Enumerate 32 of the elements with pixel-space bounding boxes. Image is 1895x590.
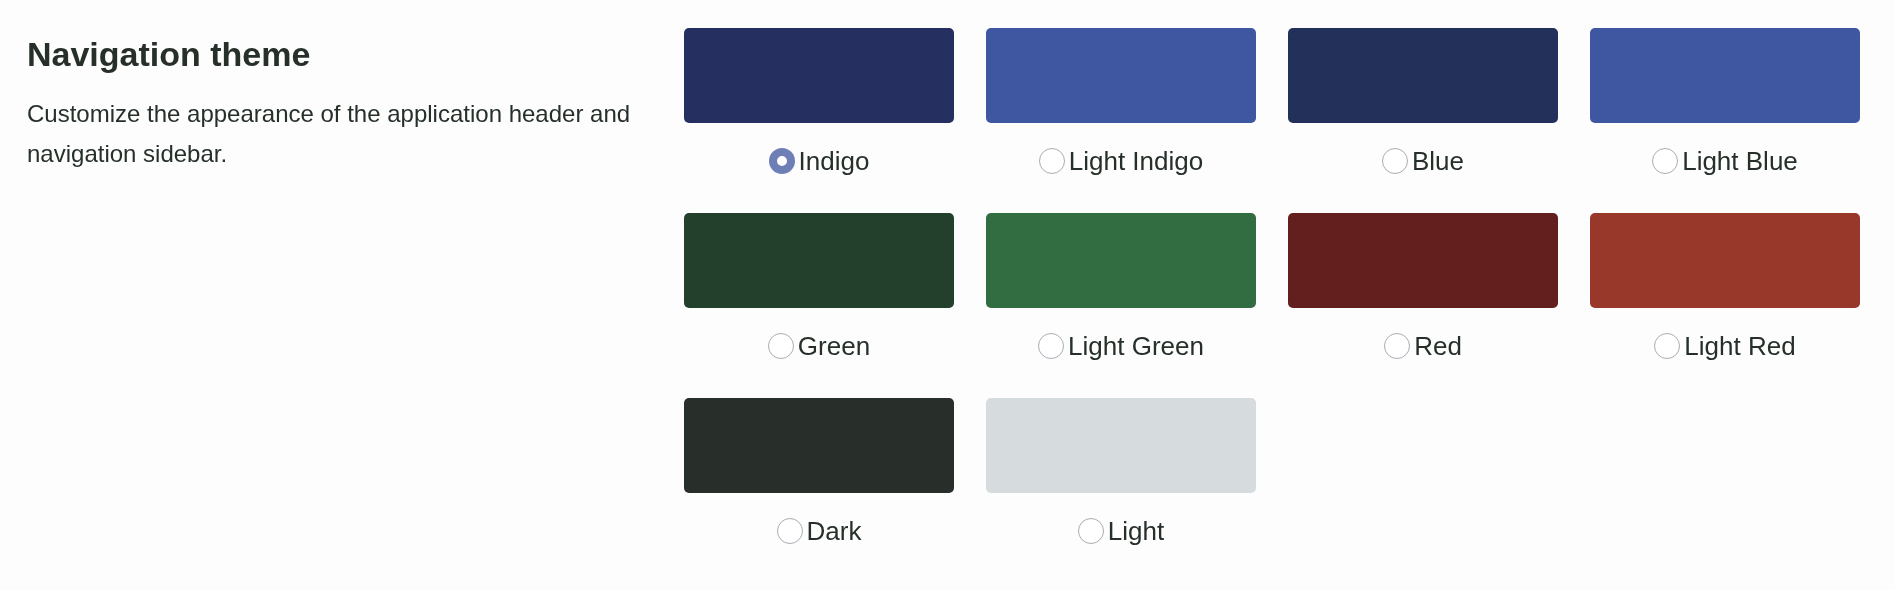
radio-button[interactable] bbox=[1038, 333, 1065, 359]
color-swatch[interactable] bbox=[1590, 28, 1860, 123]
color-swatch[interactable] bbox=[1288, 213, 1558, 308]
color-swatch[interactable] bbox=[684, 28, 954, 123]
radio-button[interactable] bbox=[1384, 333, 1411, 359]
section-title: Navigation theme bbox=[27, 34, 312, 74]
radio-button[interactable] bbox=[1381, 148, 1408, 174]
color-swatch[interactable] bbox=[684, 213, 954, 308]
theme-label[interactable]: Light Indigo bbox=[1068, 145, 1204, 177]
theme-label[interactable]: Light Blue bbox=[1682, 145, 1798, 177]
theme-label[interactable]: Red bbox=[1414, 330, 1462, 362]
color-swatch[interactable] bbox=[986, 28, 1256, 123]
color-swatch[interactable] bbox=[1590, 213, 1860, 308]
color-swatch[interactable] bbox=[986, 213, 1256, 308]
color-swatch[interactable] bbox=[1288, 28, 1558, 123]
radio-button[interactable] bbox=[768, 148, 795, 174]
theme-label[interactable]: Dark bbox=[806, 515, 862, 547]
theme-label[interactable]: Green bbox=[797, 330, 871, 362]
theme-label[interactable]: Light Green bbox=[1068, 330, 1204, 362]
color-swatch[interactable] bbox=[986, 398, 1256, 493]
color-swatch[interactable] bbox=[684, 398, 954, 493]
radio-button[interactable] bbox=[1038, 148, 1065, 174]
radio-button[interactable] bbox=[1077, 518, 1104, 544]
theme-label[interactable]: Indigo bbox=[798, 145, 870, 177]
radio-button[interactable] bbox=[1654, 333, 1681, 359]
radio-button[interactable] bbox=[776, 518, 803, 544]
radio-button[interactable] bbox=[767, 333, 794, 359]
radio-button[interactable] bbox=[1652, 148, 1679, 174]
theme-label[interactable]: Light bbox=[1107, 515, 1165, 547]
theme-label[interactable]: Light Red bbox=[1684, 330, 1796, 362]
section-description: Customize the appearance of the application header and navigation sidebar. bbox=[27, 99, 632, 169]
theme-label[interactable]: Blue bbox=[1411, 145, 1464, 177]
